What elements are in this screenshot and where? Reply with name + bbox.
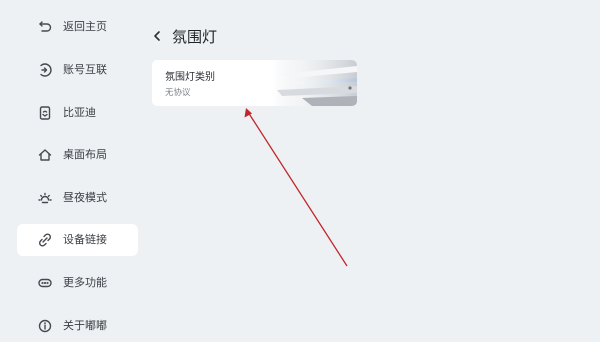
phone-icon (37, 105, 53, 121)
sidebar-item-home[interactable]: 返回主页 (17, 11, 138, 43)
sidebar-item-byd[interactable]: 比亚迪 (17, 97, 138, 129)
sidebar-item-day-night[interactable]: 昼夜模式 (17, 182, 138, 214)
sidebar-item-label: 关于嘟嘟 (63, 319, 107, 332)
page-title: 氛围灯 (172, 27, 218, 46)
sidebar-item-label: 更多功能 (63, 276, 107, 289)
link-icon (37, 232, 53, 248)
chevron-left-icon[interactable] (150, 29, 164, 43)
account-link-icon (37, 62, 53, 78)
back-return-icon (37, 19, 53, 35)
home-icon (37, 147, 53, 163)
sidebar-item-desktop[interactable]: 桌面布局 (17, 139, 138, 171)
day-night-icon (37, 190, 53, 206)
ambient-light-illustration (272, 60, 357, 106)
info-icon (37, 318, 53, 334)
sidebar-item-about[interactable]: 关于嘟嘟 (17, 310, 138, 342)
sidebar-item-label: 昼夜模式 (63, 191, 107, 204)
sidebar-item-label: 返回主页 (63, 20, 107, 33)
sidebar-item-more[interactable]: 更多功能 (17, 267, 138, 299)
more-icon (37, 275, 53, 291)
sidebar-item-label: 桌面布局 (63, 148, 107, 161)
page-header: 氛围灯 (150, 24, 217, 48)
sidebar-item-device-link[interactable]: 设备链接 (17, 224, 138, 256)
sidebar-item-label: 账号互联 (63, 63, 107, 76)
sidebar: 返回主页 账号互联 比亚迪 桌面布局 昼夜模式 设备链接 更多功能 关于嘟嘟 (0, 0, 145, 337)
sidebar-item-account[interactable]: 账号互联 (17, 54, 138, 86)
card-title: 氛围灯类别 (165, 72, 215, 83)
card-subtitle: 无协议 (165, 88, 191, 98)
ambient-light-type-card[interactable]: 氛围灯类别 无协议 (152, 60, 357, 106)
sidebar-item-label: 设备链接 (63, 233, 107, 246)
sidebar-item-label: 比亚迪 (63, 106, 96, 119)
